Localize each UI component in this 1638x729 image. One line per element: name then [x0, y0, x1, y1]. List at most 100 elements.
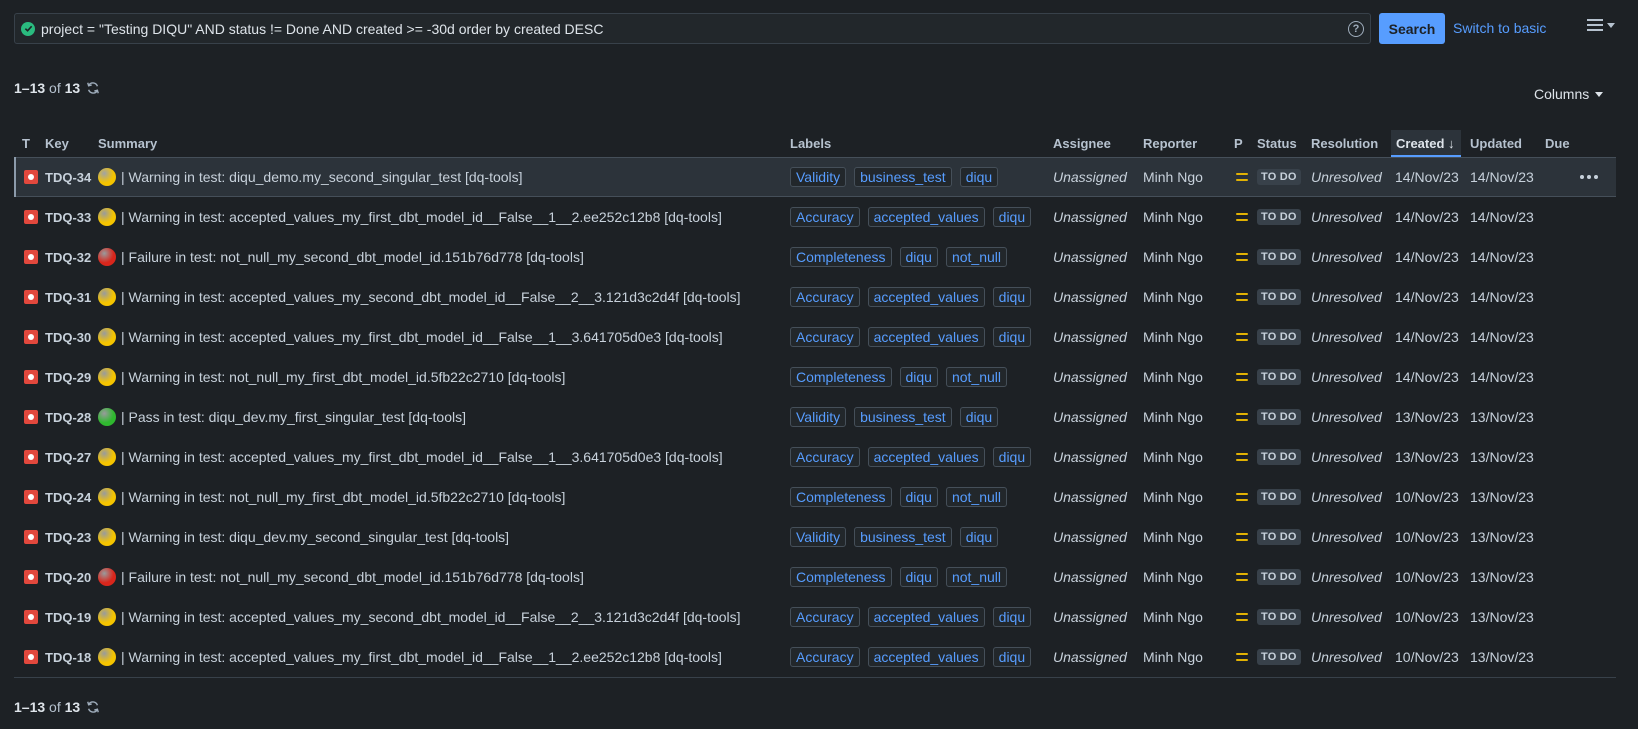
reporter[interactable]: Minh Ngo — [1143, 649, 1203, 665]
assignee[interactable]: Unassigned — [1053, 529, 1127, 545]
label-tag[interactable]: diqu — [899, 567, 938, 587]
label-tag[interactable]: Accuracy — [790, 207, 860, 227]
issue-key-link[interactable]: TDQ-20 — [45, 570, 91, 585]
issue-summary-link[interactable]: | Warning in test: accepted_values_my_se… — [121, 609, 741, 625]
status-badge[interactable]: TO DO — [1257, 649, 1301, 665]
label-tag[interactable]: diqu — [992, 287, 1032, 307]
assignee[interactable]: Unassigned — [1053, 489, 1127, 505]
switch-to-basic-link[interactable]: Switch to basic — [1453, 20, 1546, 36]
label-tag[interactable]: diqu — [959, 407, 999, 427]
status-badge[interactable]: TO DO — [1257, 449, 1301, 465]
issue-key-link[interactable]: TDQ-32 — [45, 250, 91, 265]
reporter[interactable]: Minh Ngo — [1143, 329, 1203, 345]
table-row[interactable]: TDQ-23 | Warning in test: diqu_dev.my_se… — [14, 517, 1616, 557]
issue-key-link[interactable]: TDQ-23 — [45, 530, 91, 545]
refresh-icon[interactable] — [86, 81, 100, 95]
issue-summary-link[interactable]: | Pass in test: diqu_dev.my_first_singul… — [121, 409, 466, 425]
label-tag[interactable]: not_null — [945, 247, 1008, 267]
jql-input[interactable]: project = "Testing DIQU" AND status != D… — [14, 13, 1371, 44]
label-tag[interactable]: business_test — [854, 167, 952, 187]
issue-key-link[interactable]: TDQ-28 — [45, 410, 91, 425]
label-tag[interactable]: Accuracy — [790, 447, 860, 467]
status-badge[interactable]: TO DO — [1257, 249, 1301, 265]
table-row[interactable]: TDQ-19 | Warning in test: accepted_value… — [14, 597, 1616, 637]
help-icon[interactable]: ? — [1348, 20, 1364, 37]
reporter[interactable]: Minh Ngo — [1143, 209, 1203, 225]
reporter[interactable]: Minh Ngo — [1143, 169, 1203, 185]
label-tag[interactable]: accepted_values — [867, 207, 985, 227]
issue-summary-link[interactable]: | Warning in test: accepted_values_my_fi… — [121, 209, 722, 225]
status-badge[interactable]: TO DO — [1257, 409, 1301, 425]
reporter[interactable]: Minh Ngo — [1143, 609, 1203, 625]
label-tag[interactable]: business_test — [854, 527, 952, 547]
assignee[interactable]: Unassigned — [1053, 289, 1127, 305]
issue-key-link[interactable]: TDQ-33 — [45, 210, 91, 225]
refresh-icon[interactable] — [86, 700, 100, 714]
label-tag[interactable]: accepted_values — [867, 327, 985, 347]
issue-key-link[interactable]: TDQ-30 — [45, 330, 91, 345]
label-tag[interactable]: diqu — [992, 607, 1032, 627]
issue-summary-link[interactable]: | Warning in test: not_null_my_first_dbt… — [121, 369, 565, 385]
issue-summary-link[interactable]: | Failure in test: not_null_my_second_db… — [121, 249, 584, 265]
label-tag[interactable]: diqu — [992, 447, 1032, 467]
issue-summary-link[interactable]: | Warning in test: diqu_demo.my_second_s… — [121, 169, 523, 185]
label-tag[interactable]: Completeness — [790, 367, 892, 387]
label-tag[interactable]: Accuracy — [790, 327, 860, 347]
label-tag[interactable]: Completeness — [790, 247, 892, 267]
assignee[interactable]: Unassigned — [1053, 649, 1127, 665]
reporter[interactable]: Minh Ngo — [1143, 529, 1203, 545]
issue-key-link[interactable]: TDQ-24 — [45, 490, 91, 505]
label-tag[interactable]: not_null — [945, 367, 1008, 387]
assignee[interactable]: Unassigned — [1053, 609, 1127, 625]
issue-key-link[interactable]: TDQ-18 — [45, 650, 91, 665]
label-tag[interactable]: diqu — [959, 527, 999, 547]
assignee[interactable]: Unassigned — [1053, 169, 1127, 185]
reporter[interactable]: Minh Ngo — [1143, 449, 1203, 465]
label-tag[interactable]: diqu — [992, 647, 1032, 667]
label-tag[interactable]: diqu — [992, 327, 1032, 347]
header-status[interactable]: Status — [1257, 136, 1297, 151]
table-row[interactable]: TDQ-24 | Warning in test: not_null_my_fi… — [14, 477, 1616, 517]
assignee[interactable]: Unassigned — [1053, 449, 1127, 465]
assignee[interactable]: Unassigned — [1053, 569, 1127, 585]
status-badge[interactable]: TO DO — [1257, 209, 1301, 225]
more-actions-icon[interactable] — [1580, 175, 1598, 179]
issue-key-link[interactable]: TDQ-29 — [45, 370, 91, 385]
header-reporter[interactable]: Reporter — [1143, 136, 1197, 151]
assignee[interactable]: Unassigned — [1053, 329, 1127, 345]
label-tag[interactable]: Validity — [790, 407, 847, 427]
table-row[interactable]: TDQ-30 | Warning in test: accepted_value… — [14, 317, 1616, 357]
label-tag[interactable]: diqu — [899, 487, 938, 507]
issue-key-link[interactable]: TDQ-31 — [45, 290, 91, 305]
issue-key-link[interactable]: TDQ-19 — [45, 610, 91, 625]
assignee[interactable]: Unassigned — [1053, 369, 1127, 385]
status-badge[interactable]: TO DO — [1257, 369, 1301, 385]
label-tag[interactable]: diqu — [899, 247, 938, 267]
label-tag[interactable]: Accuracy — [790, 287, 860, 307]
table-row[interactable]: TDQ-28 | Pass in test: diqu_dev.my_first… — [14, 397, 1616, 437]
issue-summary-link[interactable]: | Warning in test: diqu_dev.my_second_si… — [121, 529, 509, 545]
header-updated[interactable]: Updated — [1470, 136, 1522, 151]
issue-key-link[interactable]: TDQ-34 — [45, 170, 91, 185]
label-tag[interactable]: Completeness — [790, 487, 892, 507]
assignee[interactable]: Unassigned — [1053, 409, 1127, 425]
status-badge[interactable]: TO DO — [1257, 289, 1301, 305]
assignee[interactable]: Unassigned — [1053, 249, 1127, 265]
header-due[interactable]: Due — [1545, 136, 1570, 151]
view-menu-button[interactable] — [1587, 19, 1615, 31]
issue-key-link[interactable]: TDQ-27 — [45, 450, 91, 465]
table-row[interactable]: TDQ-29 | Warning in test: not_null_my_fi… — [14, 357, 1616, 397]
status-badge[interactable]: TO DO — [1257, 609, 1301, 625]
label-tag[interactable]: accepted_values — [867, 607, 985, 627]
label-tag[interactable]: Validity — [790, 167, 847, 187]
columns-button[interactable]: Columns — [1534, 86, 1604, 102]
search-button[interactable]: Search — [1379, 13, 1445, 44]
header-priority[interactable]: P — [1234, 136, 1243, 151]
reporter[interactable]: Minh Ngo — [1143, 569, 1203, 585]
label-tag[interactable]: not_null — [945, 487, 1008, 507]
label-tag[interactable]: accepted_values — [867, 447, 985, 467]
label-tag[interactable]: Accuracy — [790, 607, 860, 627]
status-badge[interactable]: TO DO — [1257, 569, 1301, 585]
header-key[interactable]: Key — [45, 136, 69, 151]
header-summary[interactable]: Summary — [98, 136, 157, 151]
